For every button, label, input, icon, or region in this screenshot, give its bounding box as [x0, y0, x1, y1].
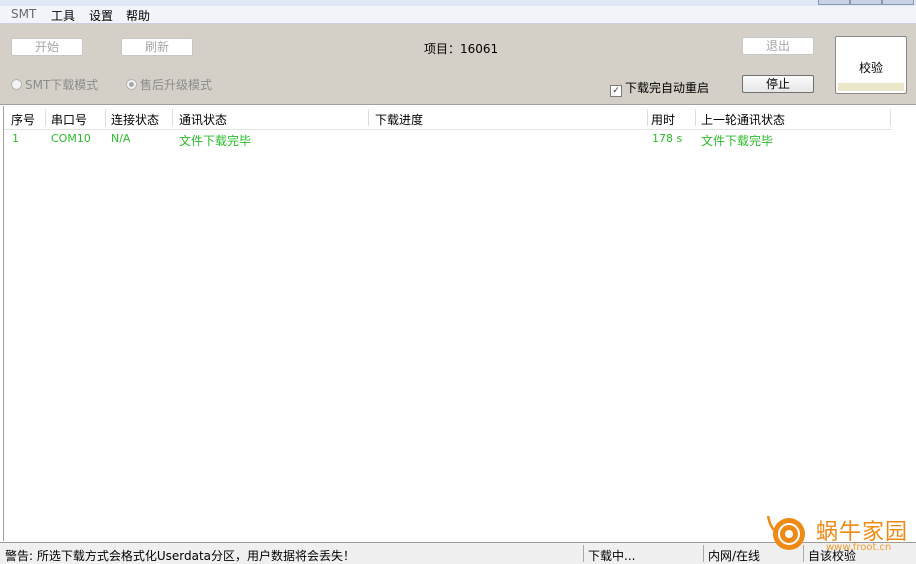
status-divider	[583, 545, 584, 562]
minimize-button[interactable]	[818, 0, 850, 5]
table-header: 序号 串口号 连接状态 通讯状态 下载进度 用时 上一轮通讯状态	[4, 106, 892, 130]
radio-on-icon	[126, 79, 137, 90]
status-state: 下载中...	[588, 549, 636, 563]
column-divider[interactable]	[890, 109, 891, 126]
verify-label: 校验	[858, 61, 883, 75]
project-label: 项目：	[424, 42, 461, 56]
status-warning: 警告: 所选下载方式会格式化Userdata分区，用户数据将会丢失！	[5, 549, 356, 563]
verify-band	[838, 83, 904, 91]
mode-after-sales-label: 售后升级模式	[140, 78, 213, 92]
column-time[interactable]: 用时	[651, 111, 675, 128]
column-divider[interactable]	[172, 109, 173, 126]
auto-restart-label: 下载完自动重启	[625, 81, 710, 95]
cell-index: 1	[12, 132, 19, 145]
menu-tools[interactable]: 工具	[51, 7, 75, 24]
mode-smt-radio[interactable]: SMT下载模式	[11, 76, 98, 93]
table-row[interactable]: 1 COM10 N/A 文件下载完毕 178 s 文件下载完毕	[4, 130, 892, 150]
cell-last-status: 文件下载完毕	[701, 134, 774, 148]
verify-button[interactable]: 校验	[835, 36, 907, 94]
start-button[interactable]: 开始	[11, 38, 83, 56]
device-table: 序号 串口号 连接状态 通讯状态 下载进度 用时 上一轮通讯状态 1 COM10…	[3, 106, 914, 541]
cell-comm-status: 文件下载完毕	[179, 134, 252, 148]
menu-settings[interactable]: 设置	[89, 7, 113, 24]
status-divider	[703, 545, 704, 562]
column-divider[interactable]	[105, 109, 106, 126]
maximize-button[interactable]	[850, 0, 882, 5]
column-connection[interactable]: 连接状态	[111, 111, 159, 128]
snail-logo-icon	[766, 515, 805, 550]
column-progress[interactable]: 下载进度	[375, 111, 423, 128]
project-info: 项目：16061	[424, 40, 498, 57]
cell-time: 178 s	[652, 132, 683, 145]
menu-bar: SMT 工具 设置 帮助	[0, 6, 916, 24]
mode-smt-label: SMT下载模式	[25, 78, 99, 92]
watermark-logo: 蜗牛家园 www.froot.cn	[760, 512, 916, 560]
refresh-button[interactable]: 刷新	[121, 38, 193, 56]
column-divider[interactable]	[45, 109, 46, 126]
column-comm-status[interactable]: 通讯状态	[179, 111, 227, 128]
project-value: 16061	[460, 42, 499, 56]
menu-help[interactable]: 帮助	[126, 7, 150, 24]
column-divider[interactable]	[368, 109, 369, 126]
cell-port: COM10	[51, 132, 91, 145]
column-port[interactable]: 串口号	[51, 111, 87, 128]
column-divider[interactable]	[695, 109, 696, 126]
menu-smt[interactable]: SMT	[11, 7, 36, 21]
stop-button[interactable]: 停止	[742, 75, 814, 93]
column-index[interactable]: 序号	[11, 111, 35, 128]
auto-restart-checkbox[interactable]: ✓ 下载完自动重启	[610, 79, 709, 97]
column-last-status[interactable]: 上一轮通讯状态	[701, 111, 785, 128]
radio-off-icon	[11, 79, 22, 90]
watermark-url: www.froot.cn	[826, 542, 892, 553]
cell-connection: N/A	[111, 132, 131, 145]
control-panel: 开始 刷新 项目：16061 退出 停止 校验 SMT下载模式 售后升级模式 ✓…	[0, 24, 916, 105]
mode-after-sales-radio[interactable]: 售后升级模式	[126, 76, 212, 93]
status-network: 内网/在线	[708, 549, 761, 563]
exit-button[interactable]: 退出	[742, 37, 814, 55]
checkmark-icon: ✓	[610, 85, 622, 97]
column-divider[interactable]	[647, 109, 648, 126]
close-button[interactable]	[882, 0, 914, 5]
